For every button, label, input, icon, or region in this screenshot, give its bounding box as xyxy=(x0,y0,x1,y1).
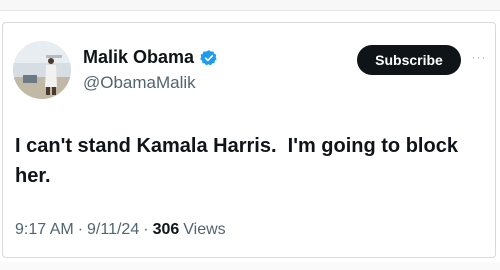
author-name-row: Malik Obama xyxy=(83,47,218,68)
tweet-card[interactable]: Malik Obama @ObamaMalik Subscribe ··· I … xyxy=(2,22,496,258)
bottom-strip xyxy=(0,262,500,270)
tweet-time[interactable]: 9:17 AM xyxy=(15,221,74,239)
subscribe-button[interactable]: Subscribe xyxy=(357,45,461,75)
tweet-text: I can't stand Kamala Harris. I'm going t… xyxy=(15,135,464,187)
views-label: Views xyxy=(183,221,226,238)
verified-badge-icon xyxy=(200,49,218,67)
views-count: 306 xyxy=(152,221,180,238)
tweet-metadata: 9:17 AM · 9/11/24 · 306 Views xyxy=(15,221,226,239)
tweet-date[interactable]: 9/11/24 xyxy=(87,221,139,239)
author-handle[interactable]: @ObamaMalik xyxy=(83,73,196,93)
more-options-icon[interactable]: ··· xyxy=(469,47,489,67)
top-strip xyxy=(0,0,500,11)
separator-dot: · xyxy=(77,221,84,238)
avatar[interactable] xyxy=(13,41,71,99)
separator-dot: · xyxy=(143,221,149,238)
author-display-name[interactable]: Malik Obama xyxy=(83,47,194,68)
